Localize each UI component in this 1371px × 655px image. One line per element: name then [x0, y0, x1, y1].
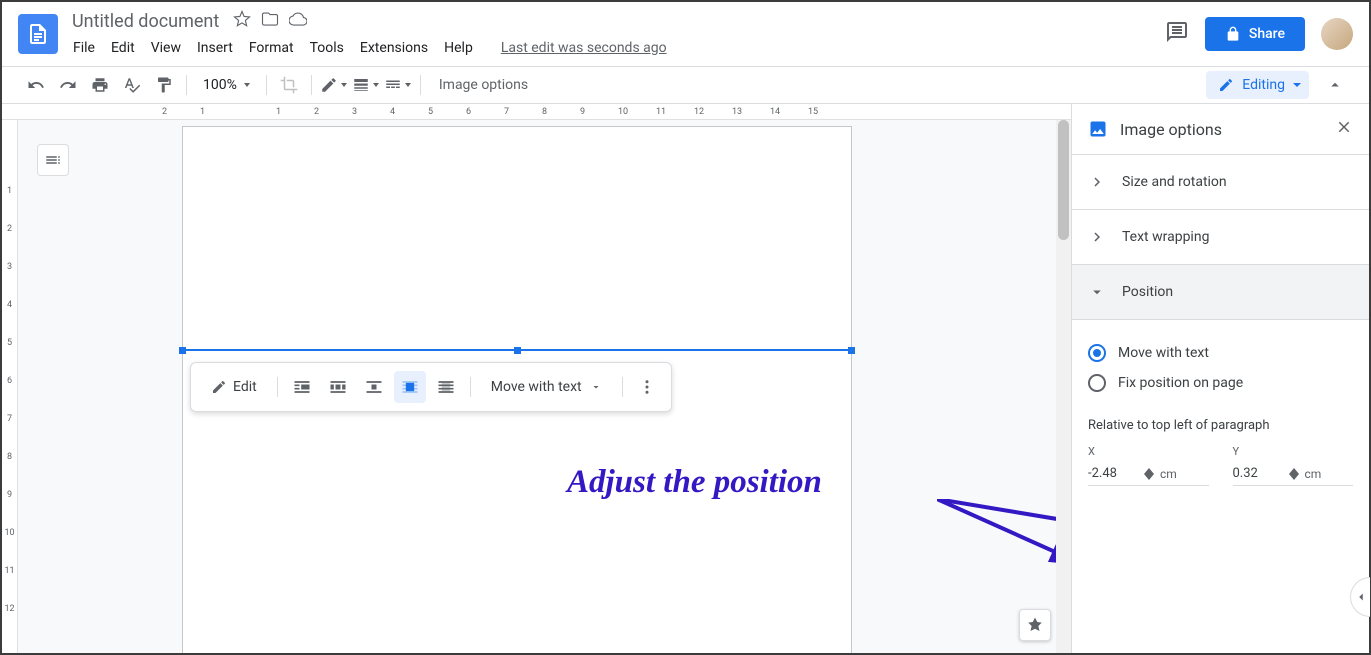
star-icon[interactable] — [233, 10, 251, 32]
titlebar: Untitled document File Edit View Insert … — [2, 2, 1369, 66]
editing-mode-dropdown[interactable]: Editing — [1206, 71, 1309, 99]
menu-extensions[interactable]: Extensions — [353, 36, 435, 60]
chevron-right-icon — [1088, 228, 1106, 246]
position-panel: Move with text Fix position on page Rela… — [1072, 319, 1369, 504]
last-edit-link[interactable]: Last edit was seconds ago — [494, 36, 674, 60]
explore-button[interactable] — [1019, 609, 1051, 641]
image-options-button[interactable]: Image options — [429, 73, 538, 97]
menu-edit[interactable]: Edit — [104, 36, 142, 60]
chevron-down-icon — [1088, 283, 1106, 301]
paint-format-button[interactable] — [150, 71, 178, 99]
resize-handle-center[interactable] — [514, 347, 521, 354]
image-icon — [1088, 119, 1108, 139]
docs-logo-icon[interactable] — [18, 14, 58, 54]
menu-tools[interactable]: Tools — [303, 36, 351, 60]
title-area: Untitled document File Edit View Insert … — [66, 9, 1165, 60]
wrap-text-icon[interactable] — [322, 371, 354, 403]
share-button[interactable]: Share — [1205, 17, 1305, 51]
image-floating-toolbar: Edit Move with text — [190, 362, 672, 412]
border-dash-button[interactable] — [384, 71, 412, 99]
spellcheck-button[interactable] — [118, 71, 146, 99]
crop-button[interactable] — [275, 71, 303, 99]
section-text-wrapping[interactable]: Text wrapping — [1072, 209, 1369, 264]
outline-toggle-button[interactable] — [37, 144, 69, 176]
break-text-icon[interactable] — [358, 371, 390, 403]
resize-handle-left[interactable] — [179, 347, 186, 354]
annotation-text: Adjust the position — [567, 464, 822, 501]
front-text-icon[interactable] — [430, 371, 462, 403]
cloud-status-icon[interactable] — [289, 10, 307, 32]
comments-icon[interactable] — [1165, 20, 1189, 48]
inline-wrap-icon[interactable] — [286, 371, 318, 403]
image-options-sidebar: Image options Size and rotation Text wra… — [1071, 104, 1369, 653]
relative-to-label: Relative to top left of paragraph — [1088, 418, 1353, 433]
user-avatar[interactable] — [1321, 18, 1353, 50]
redo-button[interactable] — [54, 71, 82, 99]
radio-icon — [1088, 344, 1106, 362]
section-size-rotation[interactable]: Size and rotation — [1072, 154, 1369, 209]
undo-button[interactable] — [22, 71, 50, 99]
y-label: Y — [1233, 445, 1354, 458]
collapse-toolbar-button[interactable] — [1321, 71, 1349, 99]
border-weight-button[interactable] — [352, 71, 380, 99]
radio-icon — [1088, 374, 1106, 392]
y-position-input[interactable] — [1233, 466, 1283, 481]
x-label: X — [1088, 445, 1209, 458]
y-stepper[interactable] — [1289, 468, 1299, 480]
move-folder-icon[interactable] — [261, 10, 279, 32]
move-with-text-dropdown[interactable]: Move with text — [479, 373, 614, 401]
toolbar: 100% Image options Editing — [2, 66, 1369, 104]
annotation-arrow-2 — [937, 499, 1071, 559]
chevron-right-icon — [1088, 173, 1106, 191]
vertical-scrollbar[interactable] — [1056, 120, 1071, 653]
annotation-arrow-1 — [937, 499, 1071, 579]
vertical-ruler[interactable]: 123456789101112 — [2, 120, 18, 653]
menu-insert[interactable]: Insert — [190, 36, 240, 60]
close-sidebar-button[interactable] — [1335, 118, 1353, 140]
edit-image-button[interactable]: Edit — [199, 373, 269, 401]
menu-file[interactable]: File — [66, 36, 102, 60]
menu-format[interactable]: Format — [242, 36, 301, 60]
sidebar-title: Image options — [1120, 120, 1323, 139]
x-stepper[interactable] — [1144, 468, 1154, 480]
zoom-dropdown[interactable]: 100% — [195, 73, 258, 97]
x-position-input[interactable] — [1088, 466, 1138, 481]
x-unit: cm — [1160, 467, 1177, 481]
more-options-icon[interactable] — [631, 371, 663, 403]
horizontal-ruler[interactable]: 21123456789101112131415 — [2, 104, 1071, 120]
behind-text-icon[interactable] — [394, 371, 426, 403]
section-position[interactable]: Position — [1072, 264, 1369, 319]
print-button[interactable] — [86, 71, 114, 99]
menu-help[interactable]: Help — [437, 36, 480, 60]
border-color-button[interactable] — [320, 71, 348, 99]
resize-handle-right[interactable] — [848, 347, 855, 354]
canvas-area: 21123456789101112131415 123456789101112 … — [2, 104, 1071, 653]
menubar: File Edit View Insert Format Tools Exten… — [66, 36, 1165, 60]
document-title[interactable]: Untitled document — [66, 9, 225, 34]
radio-move-with-text[interactable]: Move with text — [1088, 338, 1353, 368]
image-selection[interactable] — [182, 349, 852, 351]
menu-view[interactable]: View — [144, 36, 188, 60]
radio-fix-on-page[interactable]: Fix position on page — [1088, 368, 1353, 398]
y-unit: cm — [1305, 467, 1322, 481]
share-label: Share — [1249, 26, 1285, 42]
